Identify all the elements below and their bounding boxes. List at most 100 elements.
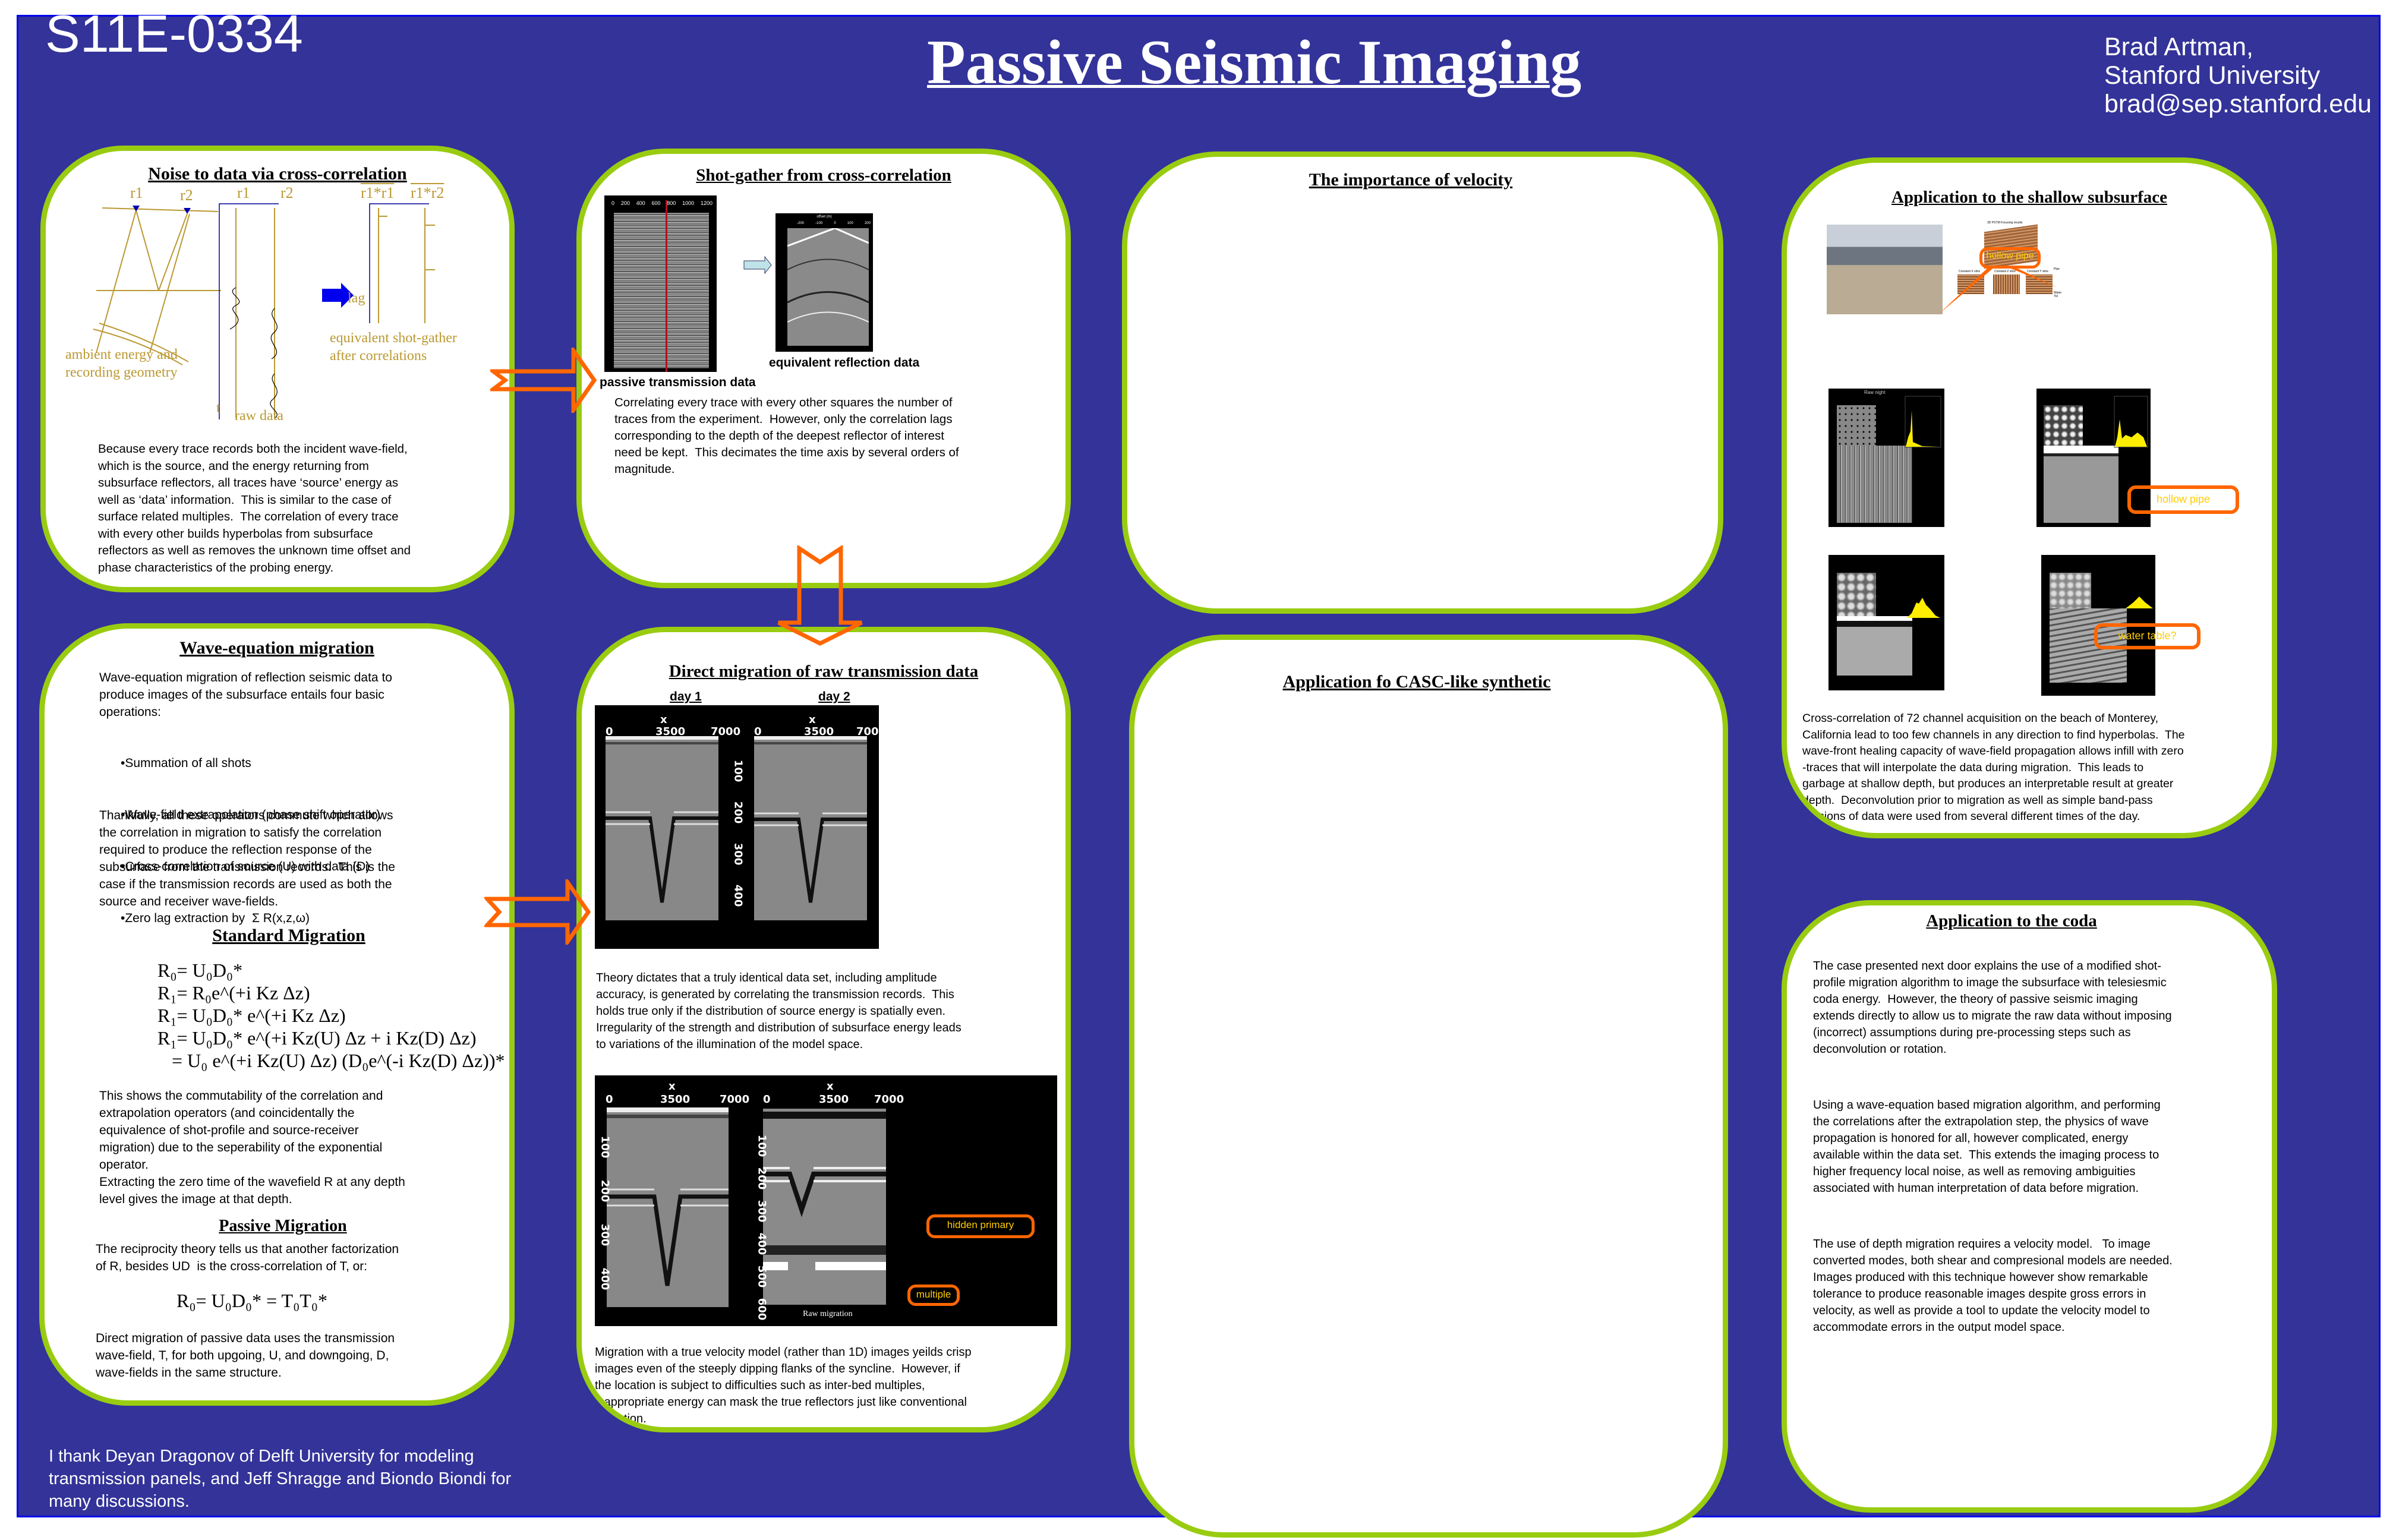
panel-title: Shot-gather from cross-correlation <box>696 166 951 185</box>
spectrum-plot <box>1907 598 1940 618</box>
ray <box>158 213 188 291</box>
arrow-down-icon <box>777 545 863 646</box>
axis-tick: 800 <box>667 200 676 206</box>
day-comparison-plot: x 0 3500 7000 x 0 3500 7000 100 200 300 … <box>595 705 886 949</box>
depth-tick: 400 <box>755 1232 768 1255</box>
callout-multiple: multiple <box>907 1285 960 1306</box>
raw-data-caption: raw data <box>235 408 283 424</box>
panel-title: Application fo CASC-like synthetic <box>1282 672 1551 692</box>
reflection-axis-ticks: -200 -100 0 100 200 <box>797 222 871 225</box>
migration-image-day-1 <box>606 736 718 920</box>
panel-shallow-subsurface: Application to the shallow subsurface 3D… <box>1782 157 2277 838</box>
depth-tick: 100 <box>598 1135 611 1159</box>
author-block: Brad Artman, Stanford University brad@se… <box>2104 33 2372 118</box>
depth-tick: 400 <box>732 884 745 907</box>
arrow-right-icon <box>490 348 597 413</box>
depth-tick: 200 <box>598 1179 611 1203</box>
wave-eq-intro: Wave-equation migration of reflection se… <box>99 671 392 719</box>
standard-migration-heading: Standard Migration <box>212 926 365 945</box>
panel-title: Wave-equation migration <box>179 638 374 658</box>
x-axis-label: x <box>809 714 816 726</box>
axis-tick: 400 <box>636 200 645 206</box>
time-label: t <box>216 400 220 416</box>
spectrum-plot <box>2126 597 2153 608</box>
x-tick: 0 <box>606 1093 613 1106</box>
raw-panel-title: Raw night <box>1864 390 1886 395</box>
depth-tick: 200 <box>732 801 745 824</box>
axis-tick: 1000 <box>682 200 695 206</box>
x-axis-label: x <box>660 714 667 726</box>
commute-text: Thankfully, all these operators commute … <box>99 809 395 908</box>
passive-transmission-plot: 0 200 400 600 800 1000 1200 <box>604 195 717 372</box>
reflection-image <box>787 228 869 346</box>
axis-tick: 200 <box>864 222 871 225</box>
corr-label-2: r1*r2 <box>411 184 444 201</box>
bandpass-image-2 <box>2050 573 2091 608</box>
depth-tick: 500 <box>755 1265 768 1288</box>
shot-gather-caption: equivalent shot-gather after correlation… <box>330 330 457 364</box>
panel-title: The importance of velocity <box>1309 170 1513 190</box>
ray <box>149 213 190 354</box>
panel-direct-migration: Direct migration of raw transmission dat… <box>576 627 1071 1432</box>
raw-migration-label: Raw migration <box>803 1309 853 1318</box>
wiggle-r1 <box>229 287 240 330</box>
reflection-axis-title: offset (m) <box>816 215 832 219</box>
raw-night-image <box>1837 405 1876 446</box>
axis-tick: 100 <box>847 222 853 225</box>
callout-hollow-pipe-bottom: hollow pipe <box>2127 485 2239 514</box>
migration-image-day-2 <box>754 736 867 920</box>
depth-tick: 100 <box>755 1134 768 1157</box>
bandpass-plot-1 <box>1828 555 1944 690</box>
depth-tick: 600 <box>755 1298 768 1321</box>
panel-title: Application to the coda <box>1926 911 2097 930</box>
geometry-caption: ambient energy and recording geometry <box>65 347 178 380</box>
shot-gather-description: Correlating every trace with every other… <box>614 396 959 476</box>
cube-title: 3D PSTM Focusing results <box>1987 221 2023 225</box>
author-affiliation: Stanford University <box>2104 61 2321 90</box>
panel-casc-synthetic: Application fo CASC-like synthetic <box>1129 635 1728 1538</box>
coda-paragraph-3: The use of depth migration requires a ve… <box>1813 1238 2173 1334</box>
standard-equations: R₀= U₀D₀* R₁= R₀e^(+i Kz Δz) R₁= U₀D₀* e… <box>157 959 505 1072</box>
panel-title: Direct migration of raw transmission dat… <box>669 662 979 681</box>
poster-id: S11E-0334 <box>45 4 303 63</box>
ray <box>135 210 159 291</box>
panel-coda: Application to the coda The case present… <box>1782 900 2277 1513</box>
arrow-right-icon <box>484 879 591 945</box>
axis-tick: 200 <box>620 200 630 206</box>
panel-title: Application to the shallow subsurface <box>1891 188 2168 207</box>
x-axis-label: x <box>669 1080 676 1093</box>
noise-image <box>614 213 709 368</box>
panel-importance-of-velocity: The importance of velocity <box>1122 152 1723 614</box>
shallow-description: Cross-correlation of 72 channel acquisit… <box>1802 712 2185 823</box>
receiver-label-r1: r1 <box>130 184 143 201</box>
coda-paragraph-2: Using a wave-equation based migration al… <box>1813 1099 2161 1195</box>
spectrum-plot <box>2114 396 2148 448</box>
depth-ticks: 100 200 300 400 <box>727 760 745 919</box>
depth-ticks-left: 100 200 300 400 <box>594 1136 611 1307</box>
day-2-label: day 2 <box>818 690 850 703</box>
depth-tick: 300 <box>598 1223 611 1246</box>
list-item: •Summation of all shots <box>121 756 251 770</box>
raw-night-plot: Raw night <box>1828 389 1944 527</box>
callout-water-table: water table? <box>2094 623 2200 649</box>
raw-axis <box>219 203 279 419</box>
panel-noise-to-data: Noise to data via cross-correlation r1 r… <box>40 146 515 592</box>
depth-tick: 300 <box>732 842 745 866</box>
raw-night-image-lower <box>1837 446 1912 523</box>
passive-migration-text: Direct migration of passive data uses th… <box>96 1331 395 1380</box>
axis-tick: -100 <box>815 222 823 225</box>
author-email[interactable]: brad@sep.stanford.edu <box>2104 90 2372 118</box>
velocity-model-text: Migration with a true velocity model (ra… <box>595 1346 972 1425</box>
selected-trace-marker <box>666 200 667 372</box>
pipe-image-upper <box>2044 405 2083 446</box>
equation: R₁= R₀e^(+i Kz Δz) <box>157 982 310 1003</box>
panel-shot-gather: Shot-gather from cross-correlation 0 200… <box>576 149 1071 588</box>
bandpass-image-1-lower <box>1837 616 1912 676</box>
equation: R₀= U₀D₀* <box>157 960 243 981</box>
poster-title: Passive Seismic Imaging <box>927 27 1582 97</box>
lag-label: lag <box>348 291 365 306</box>
axis-tick: 600 <box>651 200 661 206</box>
x-tick: 3500 <box>819 1093 849 1106</box>
depth-tick: 400 <box>598 1267 611 1290</box>
axis-tick: 1200 <box>700 200 713 206</box>
